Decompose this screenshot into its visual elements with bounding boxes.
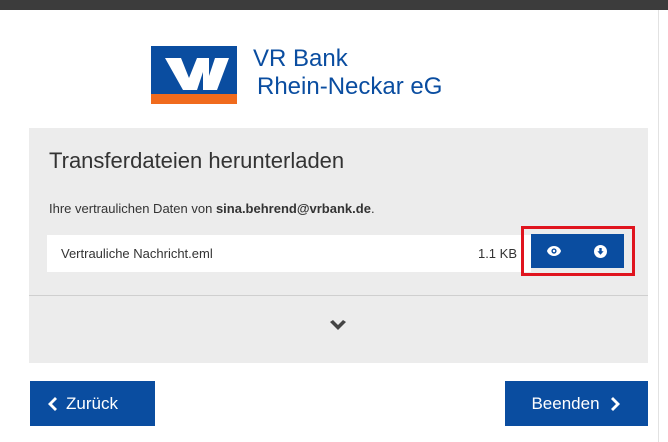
finish-button-label: Beenden [531, 393, 600, 413]
subtitle-prefix: Ihre vertraulichen Daten von [49, 201, 216, 216]
back-button-label: Zurück [66, 393, 118, 413]
bank-logo: VR Bank Rhein-Neckar eG [151, 42, 481, 104]
page-title: Transferdateien herunterladen [49, 148, 345, 173]
chevron-right-icon [610, 396, 620, 411]
bank-name-line1: VR Bank [253, 45, 348, 72]
eye-icon [547, 246, 561, 256]
chevron-left-icon [48, 396, 57, 411]
file-size: 1.1 KB [477, 246, 517, 261]
finish-button[interactable]: Beenden [505, 381, 648, 426]
file-name: Vertrauliche Nachricht.eml [61, 246, 213, 261]
panel-subtitle: Ihre vertraulichen Daten von sina.behren… [49, 201, 375, 216]
bank-name-line2: Rhein-Neckar eG [257, 73, 443, 100]
transfer-panel: Transferdateien herunterladen Ihre vertr… [29, 128, 648, 363]
panel-divider [29, 295, 648, 296]
window-top-bar [0, 0, 668, 10]
bank-name: VR Bank Rhein-Neckar eG [253, 45, 442, 101]
file-row: Vertrauliche Nachricht.eml 1.1 KB [47, 235, 531, 272]
vr-logo-icon [151, 46, 237, 104]
sender-email: sina.behrend@vrbank.de [215, 201, 371, 216]
download-icon [593, 244, 607, 258]
file-actions [531, 234, 624, 268]
back-button[interactable]: Zurück [30, 381, 155, 426]
subtitle-suffix: . [370, 201, 375, 216]
chevron-down-icon[interactable] [329, 320, 347, 332]
preview-button[interactable] [531, 234, 577, 268]
download-button[interactable] [577, 234, 623, 268]
